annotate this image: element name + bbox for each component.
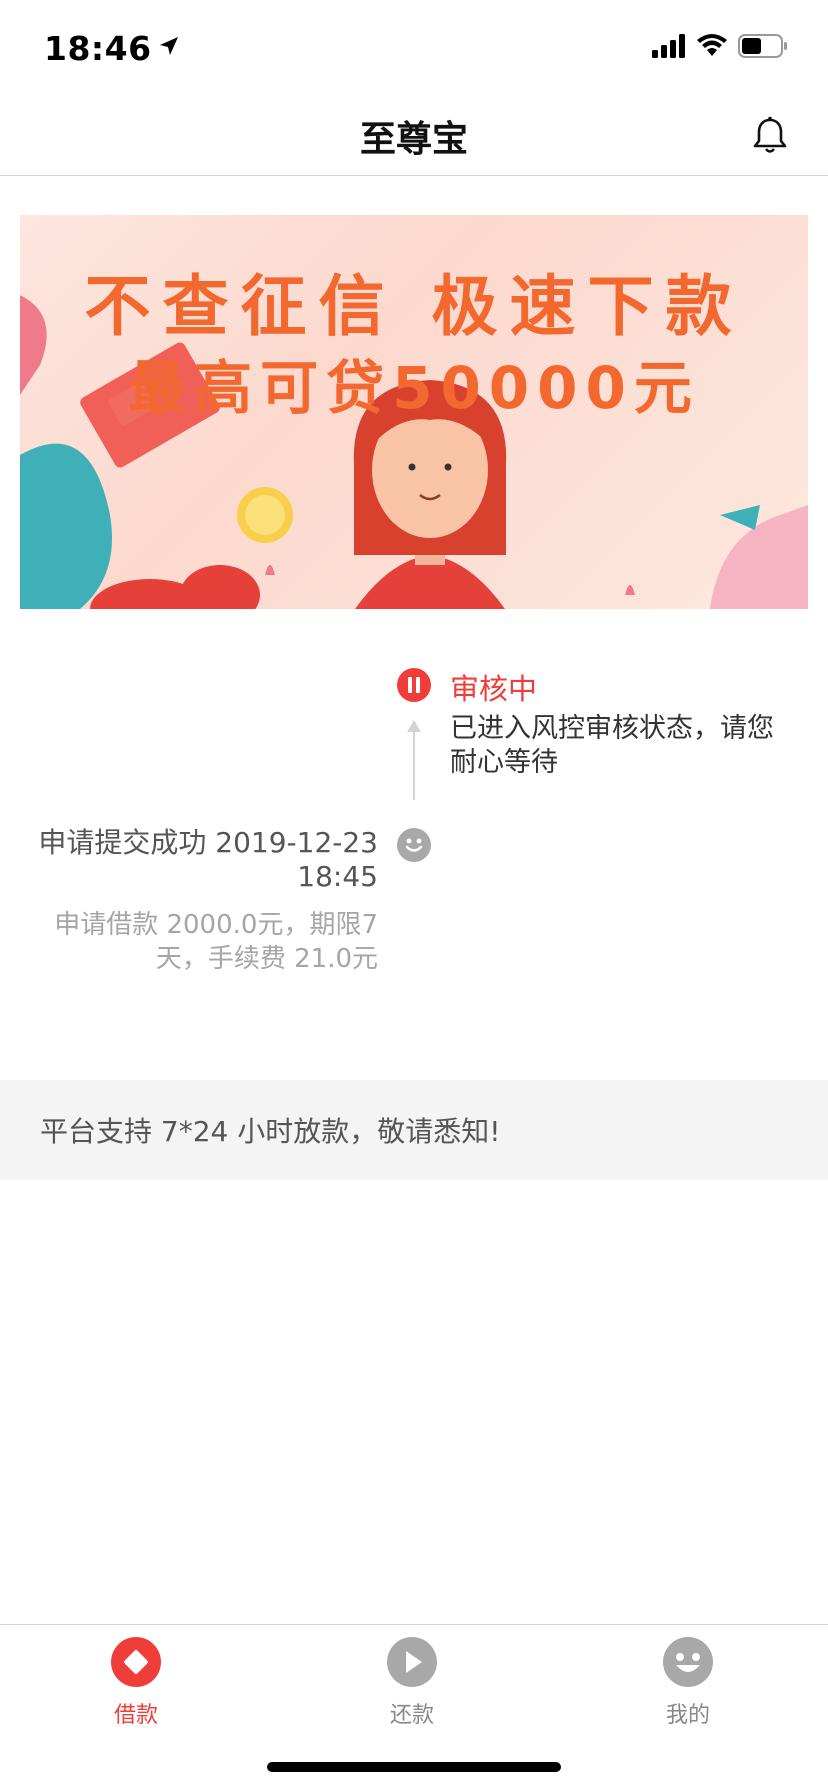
borrow-icon <box>111 1637 161 1687</box>
review-status: 审核中 <box>450 672 538 706</box>
status-bar: 18:46 <box>0 0 828 96</box>
submit-status: 申请提交成功 2019-12-23 18:45 <box>38 826 378 893</box>
notice-bar: 平台支持 7*24 小时放款，敬请悉知! <box>0 1080 828 1180</box>
banner-subheadline: 最高可贷50000元 <box>128 354 700 422</box>
home-indicator <box>267 1762 561 1772</box>
smile-icon <box>397 828 431 862</box>
pause-icon <box>397 668 431 702</box>
status-time: 18:46 <box>44 28 152 68</box>
nav-bar: 至尊宝 <box>0 96 828 176</box>
banner-headline: 不查征信 极速下款 <box>84 268 744 345</box>
status-right <box>652 33 788 63</box>
tab-borrow-label: 借款 <box>113 1703 158 1728</box>
tab-borrow[interactable]: 借款 <box>76 1637 196 1729</box>
tab-profile[interactable]: 我的 <box>628 1637 748 1729</box>
tab-repay-label: 还款 <box>389 1703 434 1728</box>
bell-icon[interactable] <box>748 114 792 158</box>
status-left: 18:46 <box>44 29 180 68</box>
timeline-connector <box>413 722 415 800</box>
application-timeline: 审核中 已进入风控审核状态，请您耐心等待 申请提交成功 2019-12-23 1… <box>0 660 828 980</box>
tab-profile-label: 我的 <box>665 1703 710 1728</box>
repay-play-icon <box>387 1637 437 1687</box>
tab-repay[interactable]: 还款 <box>352 1637 472 1729</box>
wifi-icon <box>696 34 728 62</box>
page-title: 至尊宝 <box>359 118 468 160</box>
notice-text: 平台支持 7*24 小时放款，敬请悉知! <box>40 1115 501 1148</box>
cellular-signal-icon <box>652 34 686 62</box>
location-arrow-icon <box>158 35 180 61</box>
profile-smile-icon <box>663 1637 713 1687</box>
loan-details: 申请借款 2000.0元，期限7天，手续费 21.0元 <box>54 910 378 974</box>
battery-icon <box>738 33 788 63</box>
review-status-description: 已进入风控审核状态，请您耐心等待 <box>450 713 774 778</box>
promo-banner[interactable]: 不查征信 极速下款 最高可贷50000元 <box>20 215 808 609</box>
